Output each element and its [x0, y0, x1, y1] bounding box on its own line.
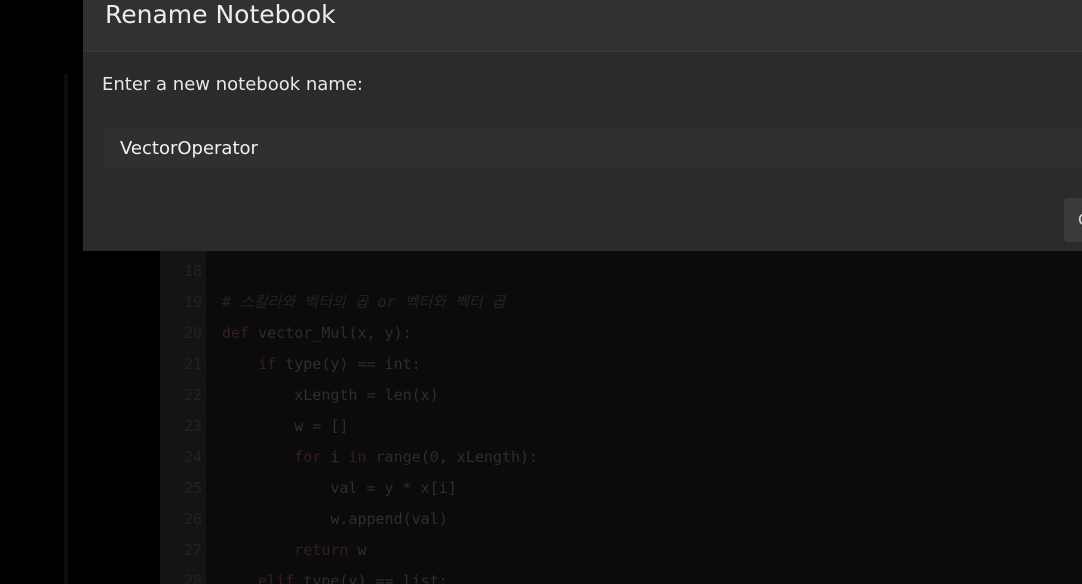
line-number: 28: [183, 572, 202, 584]
code-token: if: [258, 355, 286, 373]
code-token: (x, y):: [348, 324, 412, 342]
code-token: elif: [258, 572, 304, 584]
notebook-name-input[interactable]: [104, 128, 1082, 168]
code-line: 21 if type(y) == int:: [160, 349, 1082, 380]
dialog-title: Rename Notebook: [105, 0, 336, 29]
code-token: w = []: [222, 417, 349, 435]
code-token: in: [348, 448, 376, 466]
dialog-header: Rename Notebook: [83, 0, 1082, 52]
code-line: 27 return w: [160, 535, 1082, 566]
code-token: len: [384, 386, 412, 404]
notebook-app: 18 19 # 스칼라와 벡터의 곱 or 벡터와 벡터 곱 20 def vector…: [0, 0, 1082, 584]
sidebar-divider: [64, 74, 68, 584]
code-line: 23 w = []: [160, 411, 1082, 442]
code-token: for: [294, 448, 331, 466]
line-number: 21: [183, 355, 202, 373]
code-line: 22 xLength = len(x): [160, 380, 1082, 411]
code-line: 24 for i in range(0, xLength):: [160, 442, 1082, 473]
code-token: return: [294, 541, 358, 559]
line-number: 19: [183, 293, 202, 311]
code-token: val = y * x[i]: [222, 479, 457, 497]
dialog-action-button[interactable]: C: [1064, 198, 1082, 242]
code-token: xLength =: [222, 386, 385, 404]
code-token: type(y) == int:: [285, 355, 421, 373]
notebook-name-label: Enter a new notebook name:: [102, 74, 363, 95]
code-line: 26 w.append(val): [160, 504, 1082, 535]
code-token: w: [357, 541, 367, 559]
line-number: 24: [183, 448, 202, 466]
line-number: 25: [183, 479, 202, 497]
code-token: 0: [429, 448, 439, 466]
line-number: 18: [183, 262, 202, 280]
code-token: (x): [411, 386, 439, 404]
code-token: range: [375, 448, 421, 466]
code-token: vector_Mul: [258, 324, 349, 342]
line-number: 23: [183, 417, 202, 435]
line-number: 26: [183, 510, 202, 528]
code-line: 28 elif type(y) == list:: [160, 566, 1082, 584]
code-line: 25 val = y * x[i]: [160, 473, 1082, 504]
line-number: 20: [183, 324, 202, 342]
code-token: def: [222, 324, 259, 342]
code-line: 18: [160, 256, 1082, 287]
line-number: 27: [183, 541, 202, 559]
code-token: # 스칼라와 벡터의 곱 or 벡터와 벡터 곱: [222, 293, 506, 311]
code-line: 19 # 스칼라와 벡터의 곱 or 벡터와 벡터 곱: [160, 287, 1082, 318]
rename-notebook-dialog: Rename Notebook Enter a new notebook nam…: [83, 0, 1082, 251]
code-token: type(y) == list:: [303, 572, 448, 584]
code-token: i: [330, 448, 349, 466]
code-token: , xLength):: [438, 448, 539, 466]
line-number: 22: [183, 386, 202, 404]
code-token: (: [420, 448, 430, 466]
code-line: 20 def vector_Mul(x, y):: [160, 318, 1082, 349]
code-token: w.append(val): [222, 510, 448, 528]
